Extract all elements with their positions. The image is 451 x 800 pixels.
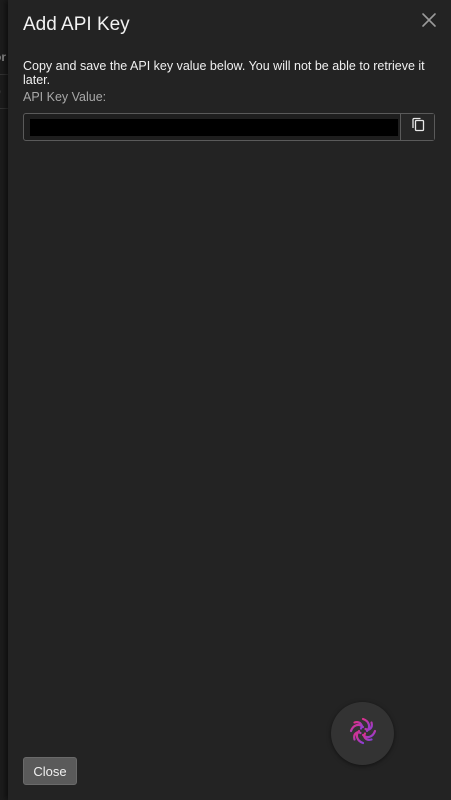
background-row-cell: 0 xyxy=(0,85,8,99)
assistant-logo-icon xyxy=(347,715,379,752)
close-x-icon[interactable] xyxy=(420,11,438,29)
copy-clipboard-icon xyxy=(411,117,425,138)
copy-key-button[interactable] xyxy=(400,114,434,140)
background-row-divider xyxy=(0,108,8,109)
close-button[interactable]: Close xyxy=(23,757,77,785)
dialog-description: Copy and save the API key value below. Y… xyxy=(23,59,425,87)
dialog-title: Add API Key xyxy=(23,14,130,35)
api-key-value-input[interactable] xyxy=(30,119,398,136)
assistant-launcher-button[interactable] xyxy=(331,702,394,765)
background-row-divider xyxy=(0,74,8,75)
add-api-key-dialog: Add API Key Copy and save the API key va… xyxy=(8,0,451,800)
api-key-label: API Key Value: xyxy=(23,90,107,104)
background-header-cell: or xyxy=(0,50,6,64)
background-page: or 0 xyxy=(0,0,8,800)
api-key-field-group xyxy=(23,113,435,141)
